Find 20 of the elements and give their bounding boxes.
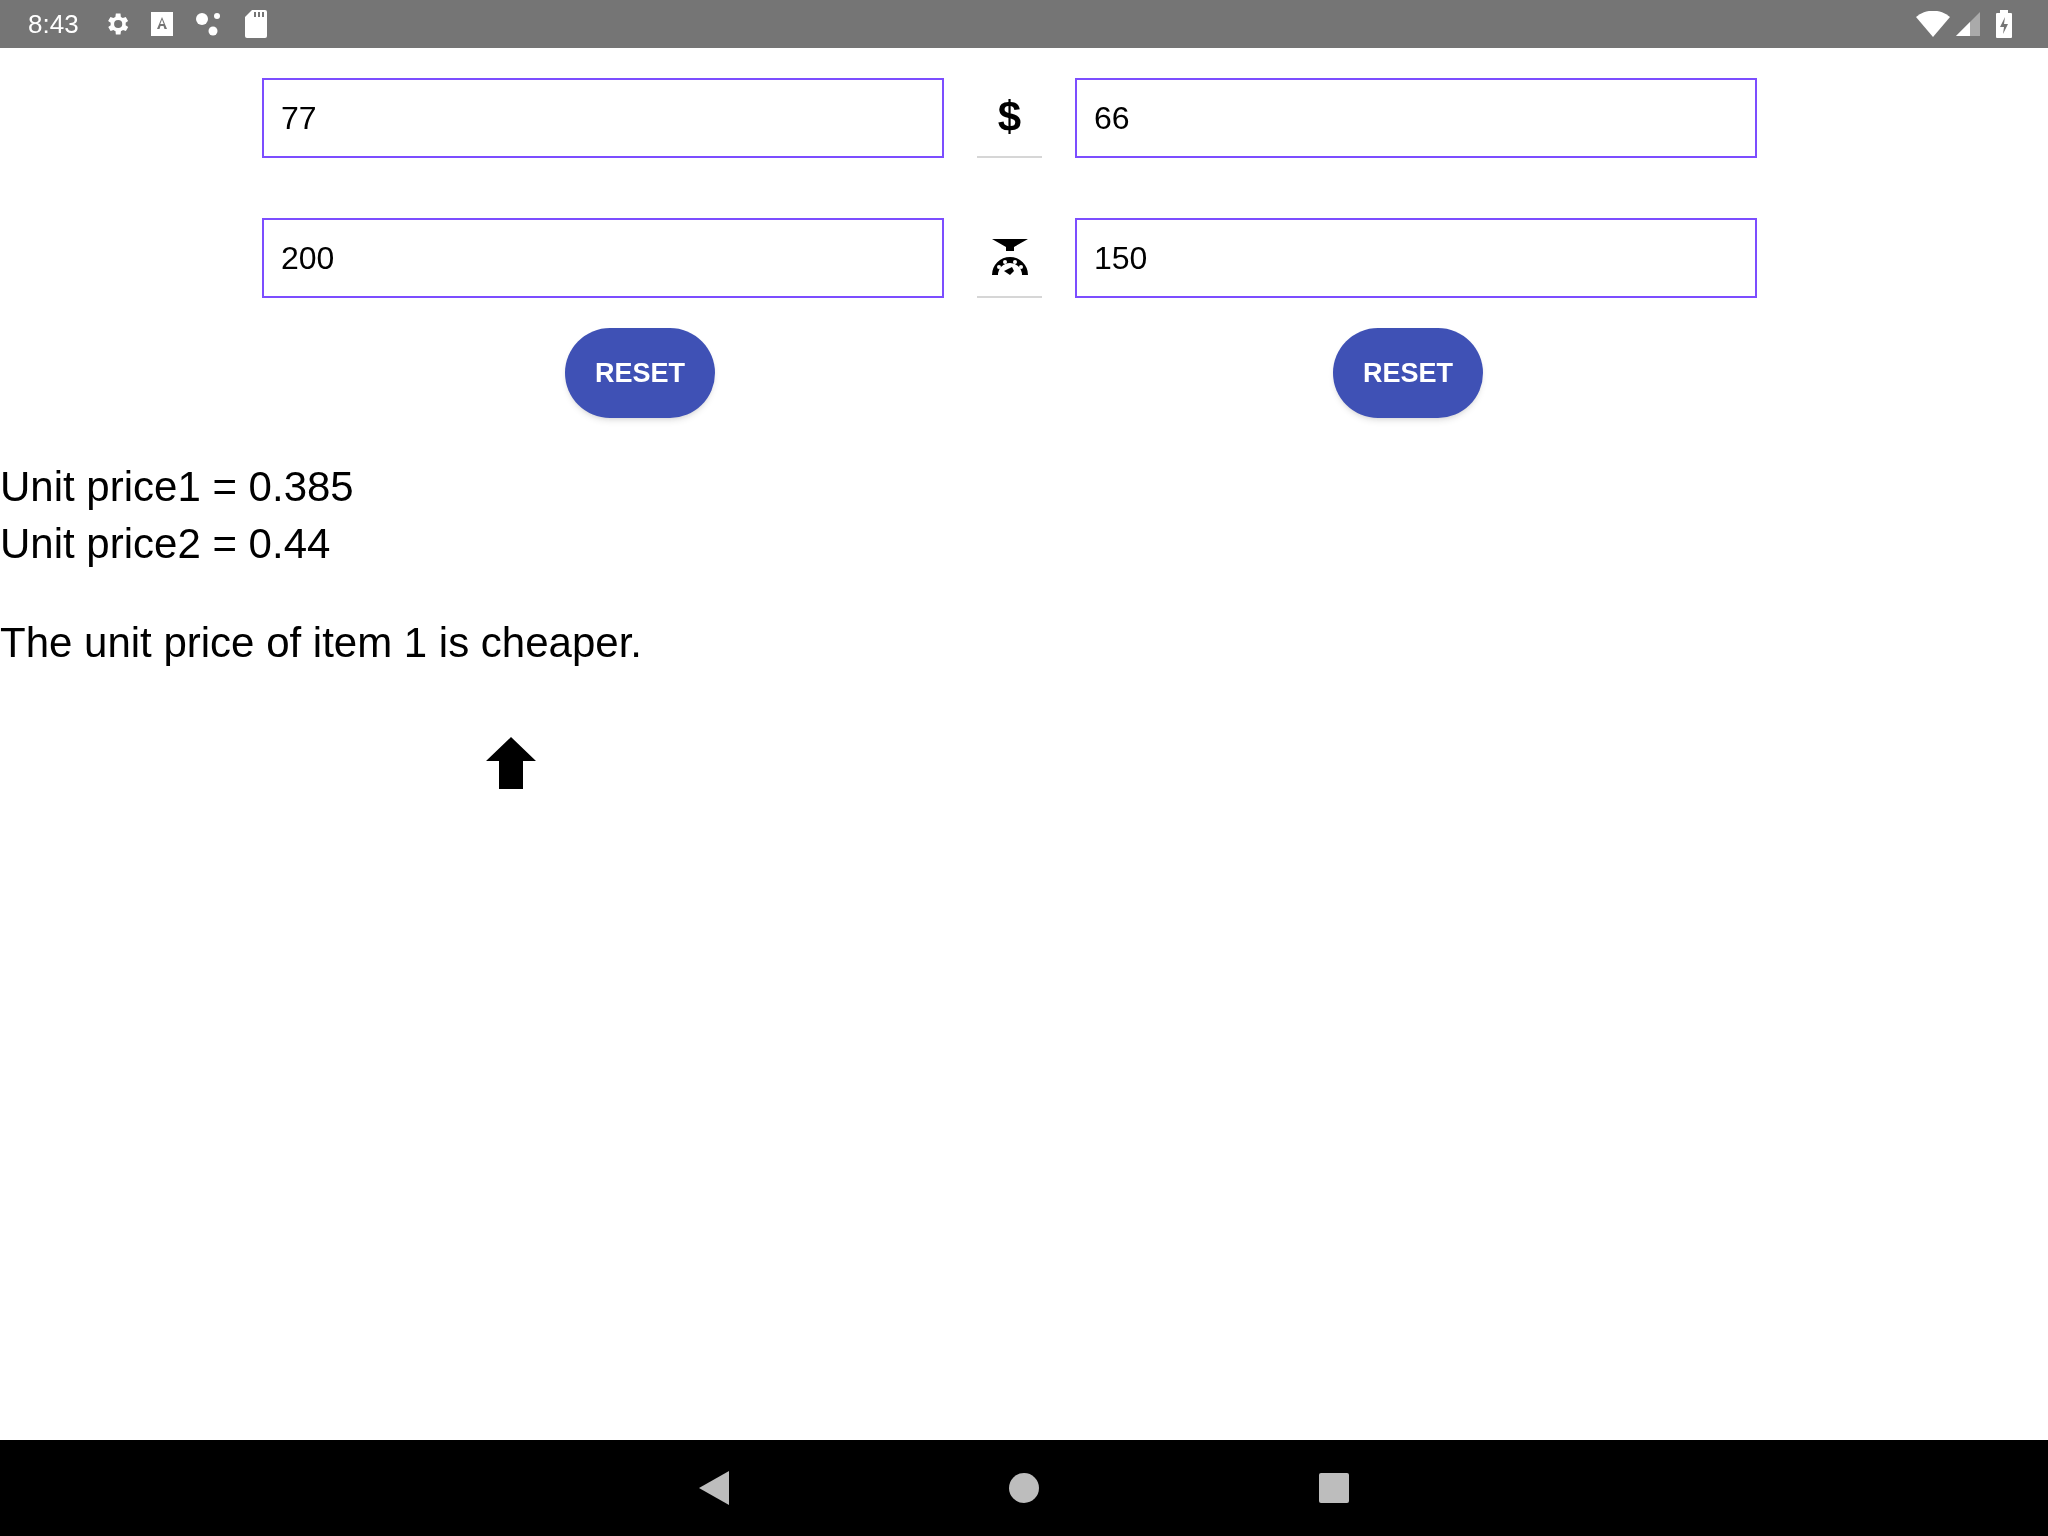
sd-card-icon — [244, 10, 267, 38]
reset-button[interactable]: RESET — [1333, 328, 1483, 418]
input-field[interactable]: 77 — [262, 78, 944, 158]
dollar-sign: $ — [997, 96, 1022, 138]
conclusion-text: The unit price of item 1 is cheaper. — [0, 618, 643, 668]
up-arrow-icon — [486, 737, 536, 789]
input-field[interactable]: 66 — [1075, 78, 1757, 158]
signal-icon — [1956, 12, 1980, 36]
back-icon[interactable] — [699, 1471, 729, 1505]
result-text: Unit price1 = 0.385 — [0, 462, 355, 512]
battery-icon — [1996, 10, 2012, 38]
wifi-icon — [1916, 11, 1950, 37]
reset-button[interactable]: RESET — [565, 328, 715, 418]
dots-icon — [194, 10, 223, 38]
font-icon — [150, 12, 173, 36]
home-icon[interactable] — [1009, 1473, 1039, 1503]
input-field[interactable]: 150 — [1075, 218, 1757, 298]
status-time: 8:43 — [28, 7, 79, 41]
input-field[interactable]: 200 — [262, 218, 944, 298]
result-text: Unit price2 = 0.44 — [0, 519, 332, 569]
